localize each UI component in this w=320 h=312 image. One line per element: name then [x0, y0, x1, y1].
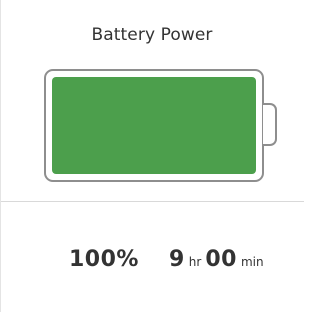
battery-status-readout: 100% 9 hr 00 min: [69, 247, 268, 277]
battery-power-panel: Battery Power 100% 9 hr 00 min: [0, 0, 304, 312]
section-divider: [1, 201, 304, 202]
battery-terminal-cap: [263, 103, 277, 146]
minutes-remaining-value: 00: [205, 247, 237, 272]
minutes-unit-label: min: [240, 255, 264, 269]
battery-icon: [44, 69, 264, 182]
battery-percentage: 100%: [69, 247, 139, 272]
panel-title: Battery Power: [91, 25, 213, 45]
battery-graphic-section: Battery Power: [1, 0, 303, 201]
hours-remaining-value: 9: [168, 247, 185, 272]
battery-level-fill: [52, 77, 256, 174]
hours-unit-label: hr: [188, 255, 202, 269]
